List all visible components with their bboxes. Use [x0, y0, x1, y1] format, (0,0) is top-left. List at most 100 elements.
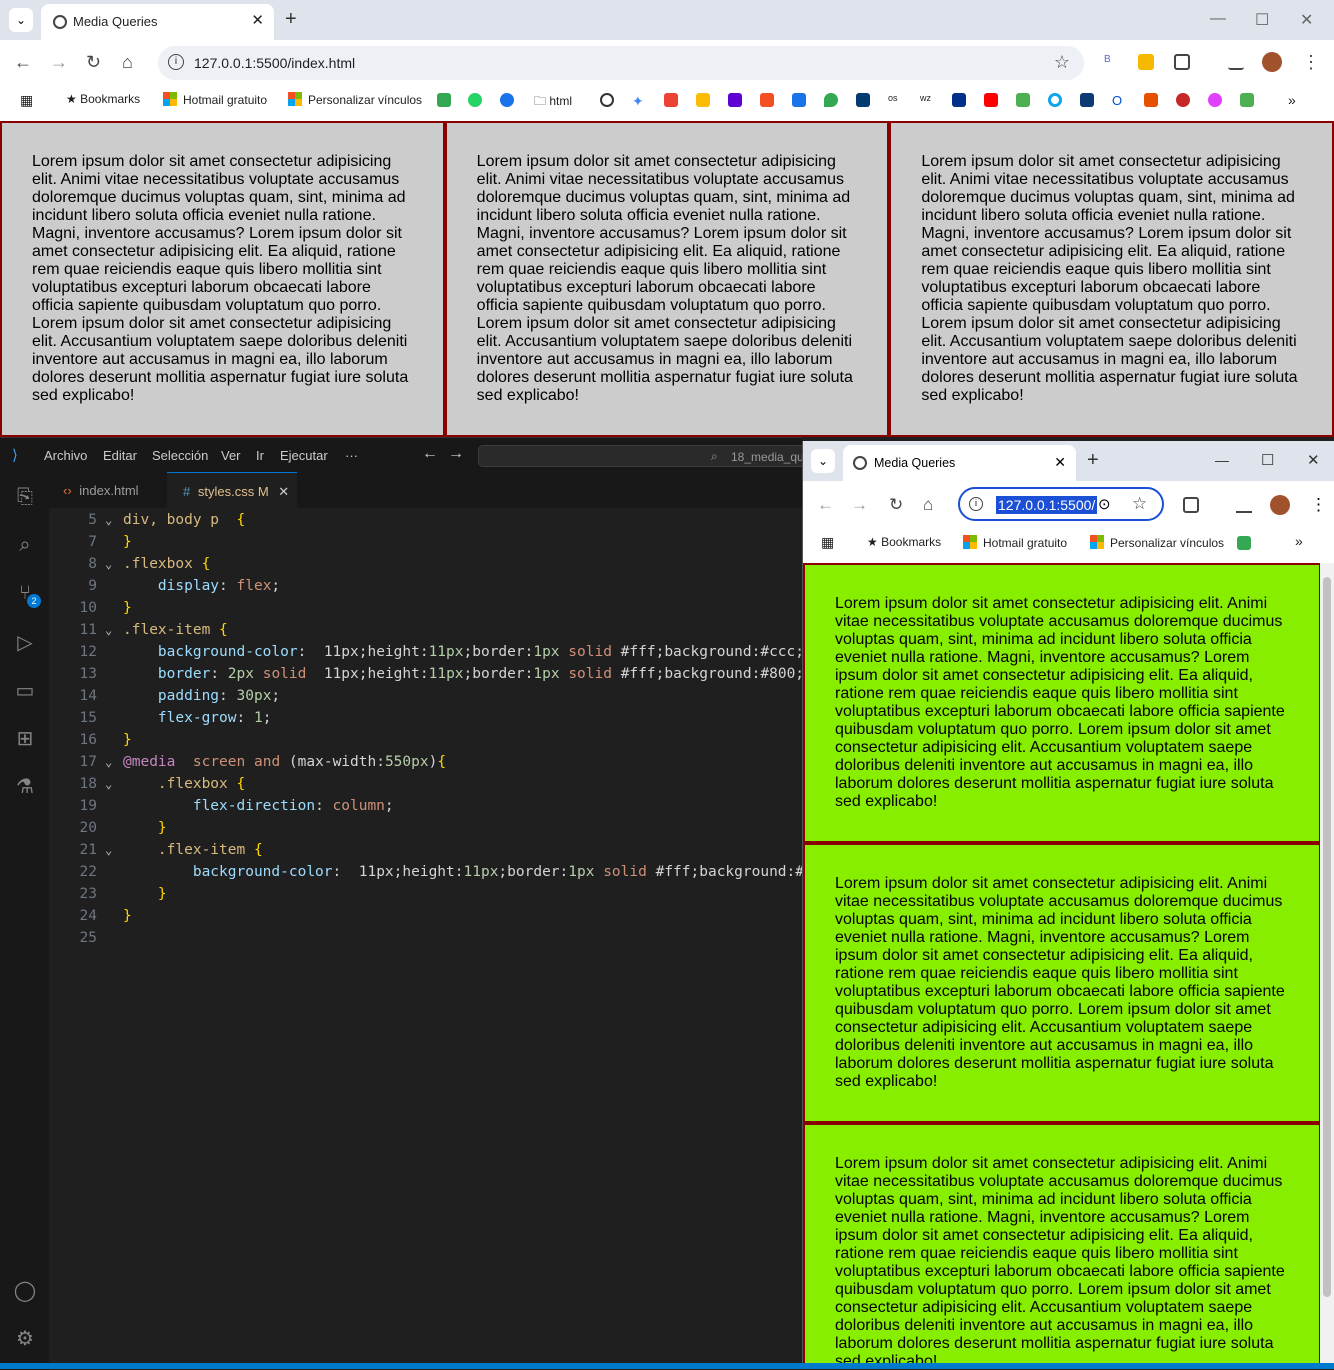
back-button[interactable]: ← [817, 495, 834, 515]
maximize-button[interactable]: ☐ [1261, 451, 1274, 469]
openai-icon[interactable] [600, 93, 614, 107]
app-s-icon[interactable] [1144, 93, 1158, 107]
profile-avatar[interactable] [1270, 495, 1290, 515]
lens-icon[interactable]: ⊙ [1098, 495, 1111, 513]
close-tab-icon[interactable]: ✕ [1054, 454, 1066, 471]
close-tab-icon[interactable]: ✕ [251, 11, 264, 29]
more-bookmarks-icon[interactable]: » [1295, 533, 1303, 549]
menu-kebab-icon[interactable]: ⋮ [1302, 52, 1320, 73]
app-a2-icon[interactable] [1080, 93, 1094, 107]
bookmark-hotmail[interactable]: Hotmail gratuito [963, 535, 1067, 550]
tab-search-button[interactable]: ⌄ [811, 449, 835, 473]
more-bookmarks-icon[interactable]: » [1288, 92, 1296, 108]
tab-styles-css[interactable]: # styles.css M ✕ [167, 472, 297, 508]
run-debug-icon[interactable]: ▷ [13, 630, 37, 654]
bookmark-folder-html[interactable]: 🗀 html [534, 92, 572, 113]
reload-button[interactable]: ↻ [889, 495, 903, 515]
app-icon-1[interactable] [1016, 93, 1030, 107]
app-pink-icon[interactable] [1208, 93, 1222, 107]
extensions-puzzle-icon[interactable] [1174, 54, 1190, 70]
menu-ir[interactable]: Ir [256, 448, 264, 463]
explorer-icon[interactable]: ⎘ [13, 486, 37, 510]
menu-ejecutar[interactable]: Ejecutar [280, 448, 328, 463]
office-icon[interactable] [760, 93, 774, 107]
testing-icon[interactable]: ⚗ [13, 774, 37, 798]
site-info-icon[interactable]: i [969, 497, 983, 511]
profile-avatar[interactable] [1262, 52, 1282, 72]
drive-icon[interactable] [696, 93, 710, 107]
o2-icon[interactable]: O [1112, 93, 1126, 108]
menu-ver[interactable]: Ver [221, 448, 241, 463]
wz-icon[interactable]: wz [920, 93, 934, 107]
fold-chevron-icon[interactable]: ⌄ [105, 843, 112, 857]
settings-gear-icon[interactable]: ⚙ [13, 1326, 37, 1350]
menu-more[interactable]: ··· [345, 448, 358, 463]
minimize-button[interactable]: — [1210, 10, 1226, 28]
home-button[interactable]: ⌂ [923, 495, 933, 515]
remote-explorer-icon[interactable]: ▭ [13, 678, 37, 702]
menu-seleccion[interactable]: Selección [152, 448, 208, 463]
extensions-puzzle-icon[interactable] [1183, 497, 1199, 513]
meet-icon[interactable] [1237, 536, 1251, 550]
bookmark-personalizar[interactable]: Personalizar vínculos [1090, 535, 1224, 550]
youtube-icon[interactable] [984, 93, 998, 107]
site-info-icon[interactable]: i [168, 54, 184, 70]
reload-button[interactable]: ↻ [86, 52, 101, 73]
yahoo-mail-icon[interactable] [728, 93, 742, 107]
accounts-icon[interactable]: ◯ [13, 1278, 37, 1302]
gemini-icon[interactable]: ✦ [632, 93, 646, 109]
source-control-icon[interactable]: ⑂ 2 [13, 582, 41, 608]
app-a-icon[interactable] [856, 93, 870, 107]
forward-button[interactable]: → [50, 52, 68, 73]
paypal-icon[interactable] [952, 93, 966, 107]
vertical-scrollbar[interactable] [1320, 563, 1334, 1369]
close-tab-icon[interactable]: ✕ [278, 484, 289, 499]
bookmark-star-icon[interactable]: ☆ [1132, 494, 1147, 514]
nav-back-icon[interactable]: ← [422, 445, 438, 463]
apps-grid-icon[interactable]: ▦ [821, 534, 834, 551]
os-icon[interactable]: os [888, 93, 902, 107]
menu-kebab-icon[interactable]: ⋮ [1310, 495, 1327, 515]
maps-icon[interactable] [824, 93, 838, 107]
extensions-icon[interactable]: ⊞ [13, 726, 37, 750]
menu-archivo[interactable]: Archivo [44, 448, 87, 463]
tab-media-queries[interactable]: Media Queries ✕ [843, 445, 1076, 481]
new-tab-button[interactable]: + [285, 8, 297, 31]
close-window-button[interactable]: ✕ [1300, 10, 1313, 30]
new-tab-button[interactable]: + [1087, 449, 1099, 472]
app-icon-2[interactable] [1240, 93, 1254, 107]
bookmark-bookmarks[interactable]: ★ Bookmarks [867, 535, 941, 549]
minimize-button[interactable]: — [1215, 452, 1229, 468]
edge-icon[interactable] [1048, 93, 1062, 107]
apps-grid-icon[interactable]: ▦ [20, 92, 33, 109]
tab-search-button[interactable]: ⌄ [9, 8, 33, 32]
code-editor[interactable]: 5 ⌄ div, body p {7} 8 ⌄ .flexbox {9 display: … [49, 508, 1118, 1370]
fold-chevron-icon[interactable]: ⌄ [105, 557, 112, 571]
media-controls-icon[interactable] [1228, 54, 1244, 70]
chat-icon[interactable] [500, 93, 514, 107]
gmail-icon[interactable] [664, 93, 678, 107]
tab-media-queries[interactable]: Media Queries ✕ [41, 4, 274, 40]
nav-forward-icon[interactable]: → [448, 445, 464, 463]
maximize-button[interactable]: ☐ [1255, 10, 1269, 30]
back-button[interactable]: ← [14, 52, 32, 73]
fold-chevron-icon[interactable]: ⌄ [105, 777, 112, 791]
bookmark-bookmarks[interactable]: ★ Bookmarks [66, 92, 140, 106]
address-bar[interactable]: i 127.0.0.1:5500/index.html ☆ [158, 46, 1084, 80]
bookmark-personalizar[interactable]: Personalizar vínculos [288, 92, 422, 107]
extension-b-icon[interactable]: B [1104, 54, 1120, 70]
home-button[interactable]: ⌂ [122, 52, 133, 73]
app-red-icon[interactable] [1176, 93, 1190, 107]
extension-yellow-icon[interactable] [1138, 54, 1154, 70]
search-icon[interactable]: ⌕ [13, 534, 37, 558]
bookmark-star-icon[interactable]: ☆ [1054, 52, 1070, 73]
media-controls-icon[interactable] [1236, 497, 1252, 513]
meet-icon[interactable] [437, 93, 451, 107]
command-center-search[interactable]: ⌕ 18_media_qu [478, 445, 808, 467]
close-window-button[interactable]: ✕ [1307, 451, 1320, 469]
fold-chevron-icon[interactable]: ⌄ [105, 623, 112, 637]
tab-index-html[interactable]: ‹› index.html [49, 472, 167, 508]
fold-chevron-icon[interactable]: ⌄ [105, 513, 112, 527]
bookmark-hotmail[interactable]: Hotmail gratuito [163, 92, 267, 107]
scrollbar-thumb[interactable] [1323, 577, 1331, 1297]
